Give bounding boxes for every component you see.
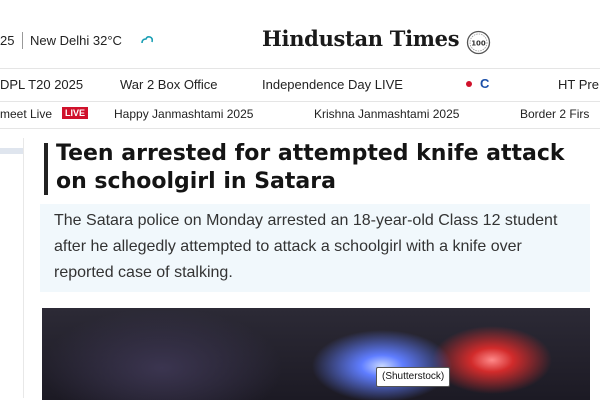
headline-accent-bar	[44, 143, 48, 195]
centenary-badge-icon: 100	[466, 30, 491, 55]
left-rail-tab[interactable]	[0, 148, 23, 154]
left-rail	[0, 138, 24, 398]
image-caption: (Shutterstock)	[376, 367, 451, 387]
primary-nav: DPL T20 2025 War 2 Box Office Independen…	[0, 68, 600, 102]
nav-item-dpl[interactable]: DPL T20 2025	[0, 77, 83, 92]
article-hero-image[interactable]	[42, 308, 590, 400]
nav-item-war2[interactable]: War 2 Box Office	[120, 77, 218, 92]
weather-text[interactable]: New Delhi 32°C	[30, 33, 122, 48]
nav-item-c[interactable]: C	[480, 76, 489, 91]
top-header: 25 New Delhi 32°C Hindustan Times 100	[0, 0, 600, 68]
nav-item-happy-janmashtami[interactable]: Happy Janmashtami 2025	[114, 107, 253, 121]
article-summary: The Satara police on Monday arrested an …	[54, 212, 558, 281]
live-badge: LIVE	[62, 107, 89, 119]
nav-item-border2[interactable]: Border 2 Firs	[520, 107, 589, 121]
date-text: 25	[0, 33, 15, 48]
nav-item-independence-day[interactable]: Independence Day LIVE	[262, 77, 403, 92]
secondary-nav: meet Live Happy Janmashtami 2025 Krishna…	[0, 100, 600, 129]
nav-item-krishna-janmashtami[interactable]: Krishna Janmashtami 2025	[314, 107, 459, 121]
header-divider	[22, 32, 23, 49]
nav-item-ht-premium[interactable]: HT Pre	[558, 77, 599, 92]
weather-cloud-icon	[141, 35, 154, 44]
article-headline: Teen arrested for attempted knife attack…	[56, 141, 565, 194]
live-dot-icon	[466, 81, 472, 87]
nav-item-meet-live[interactable]: meet Live	[0, 107, 52, 121]
site-logo[interactable]: Hindustan Times	[262, 26, 460, 51]
article-summary-box: The Satara police on Monday arrested an …	[40, 204, 590, 292]
badge-number: 100	[471, 40, 486, 48]
